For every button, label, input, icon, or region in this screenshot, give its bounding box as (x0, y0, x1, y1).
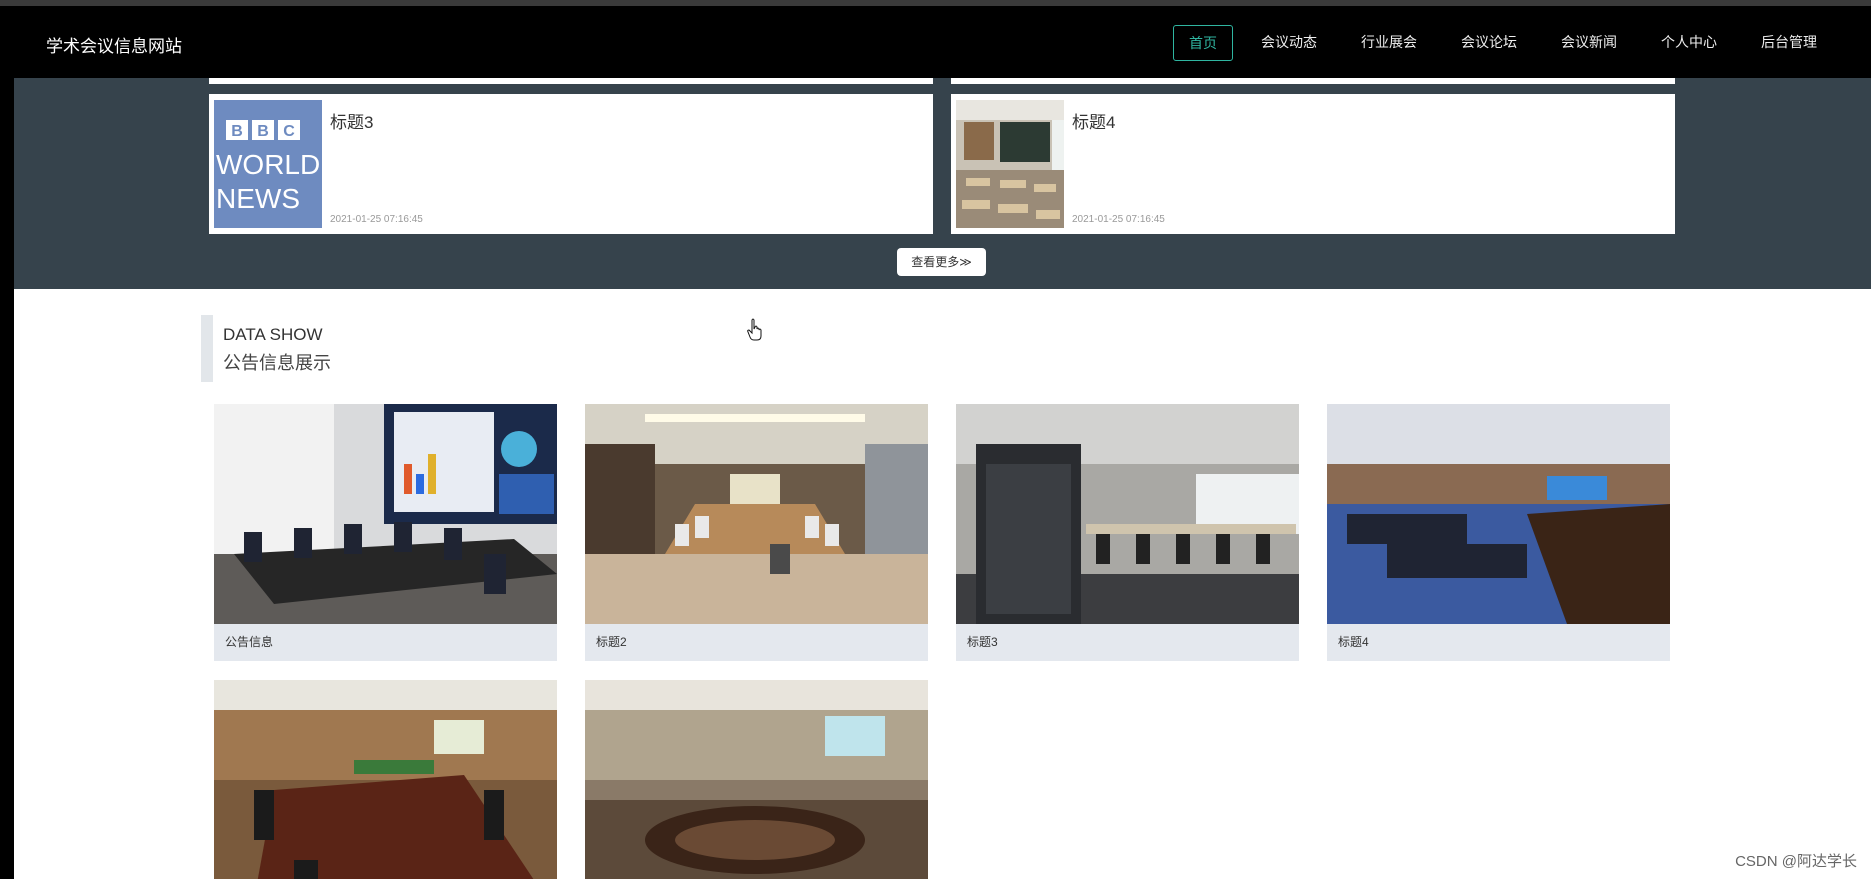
news-card[interactable]: B B C WORLD NEWS 标题3 2021-01-25 07:16:45 (209, 94, 933, 234)
notice-card[interactable]: 公告信息 (214, 404, 557, 661)
nav-forum[interactable]: 会议论坛 (1445, 25, 1533, 59)
site-brand[interactable]: 学术会议信息网站 (46, 32, 182, 57)
notice-image (956, 404, 1299, 624)
nav-meeting-updates[interactable]: 会议动态 (1245, 25, 1333, 59)
notice-card[interactable]: 标题3 (956, 404, 1299, 661)
notice-image (585, 404, 928, 624)
nav-admin[interactable]: 后台管理 (1745, 25, 1833, 59)
section-title-cn: 公告信息展示 (223, 353, 331, 373)
news-card-partial (209, 78, 933, 84)
notice-image (1327, 404, 1670, 624)
page-frame: B B C WORLD NEWS 标题3 2021-01-25 07:16:45 (14, 0, 1871, 879)
notice-caption[interactable]: 标题2 (585, 624, 928, 661)
svg-text:NEWS: NEWS (216, 183, 300, 214)
news-card-partial (951, 78, 1675, 84)
notice-caption[interactable]: 标题3 (956, 624, 1299, 661)
svg-text:WORLD: WORLD (216, 149, 320, 180)
news-title[interactable]: 标题4 (1072, 108, 1115, 133)
notice-card[interactable]: 标题4 (1327, 404, 1670, 661)
notice-caption[interactable]: 标题4 (1327, 624, 1670, 661)
news-section: B B C WORLD NEWS 标题3 2021-01-25 07:16:45 (14, 78, 1871, 289)
svg-text:B: B (257, 123, 269, 140)
svg-text:B: B (231, 123, 243, 140)
news-thumbnail (956, 100, 1064, 228)
nav-personal-center[interactable]: 个人中心 (1645, 25, 1733, 59)
notice-image (214, 680, 557, 879)
notice-image (214, 404, 557, 624)
svg-text:C: C (283, 123, 295, 140)
nav-links: 首页 会议动态 行业展会 会议论坛 会议新闻 个人中心 后台管理 (1161, 25, 1833, 61)
hand-cursor-icon (747, 318, 762, 341)
section-title-en: DATA SHOW (223, 325, 323, 344)
notice-caption[interactable]: 公告信息 (214, 624, 557, 661)
news-thumbnail: B B C WORLD NEWS (214, 100, 322, 228)
nav-industry-expo[interactable]: 行业展会 (1345, 25, 1433, 59)
news-card[interactable]: 标题4 2021-01-25 07:16:45 (951, 94, 1675, 234)
nav-home[interactable]: 首页 (1173, 25, 1233, 61)
view-more-button[interactable]: 查看更多≫ (897, 248, 986, 276)
nav-news[interactable]: 会议新闻 (1545, 25, 1633, 59)
news-date: 2021-01-25 07:16:45 (330, 214, 423, 225)
section-header: DATA SHOW 公告信息展示 (201, 315, 331, 382)
news-date: 2021-01-25 07:16:45 (1072, 214, 1165, 225)
notice-image (585, 680, 928, 879)
top-navbar: 学术会议信息网站 首页 会议动态 行业展会 会议论坛 会议新闻 个人中心 后台管… (0, 6, 1871, 78)
news-title[interactable]: 标题3 (330, 108, 373, 133)
notice-card[interactable]: 标题2 (585, 404, 928, 661)
notice-card[interactable] (214, 680, 557, 879)
watermark: CSDN @阿达学长 (1735, 853, 1857, 870)
notice-card[interactable] (585, 680, 928, 879)
